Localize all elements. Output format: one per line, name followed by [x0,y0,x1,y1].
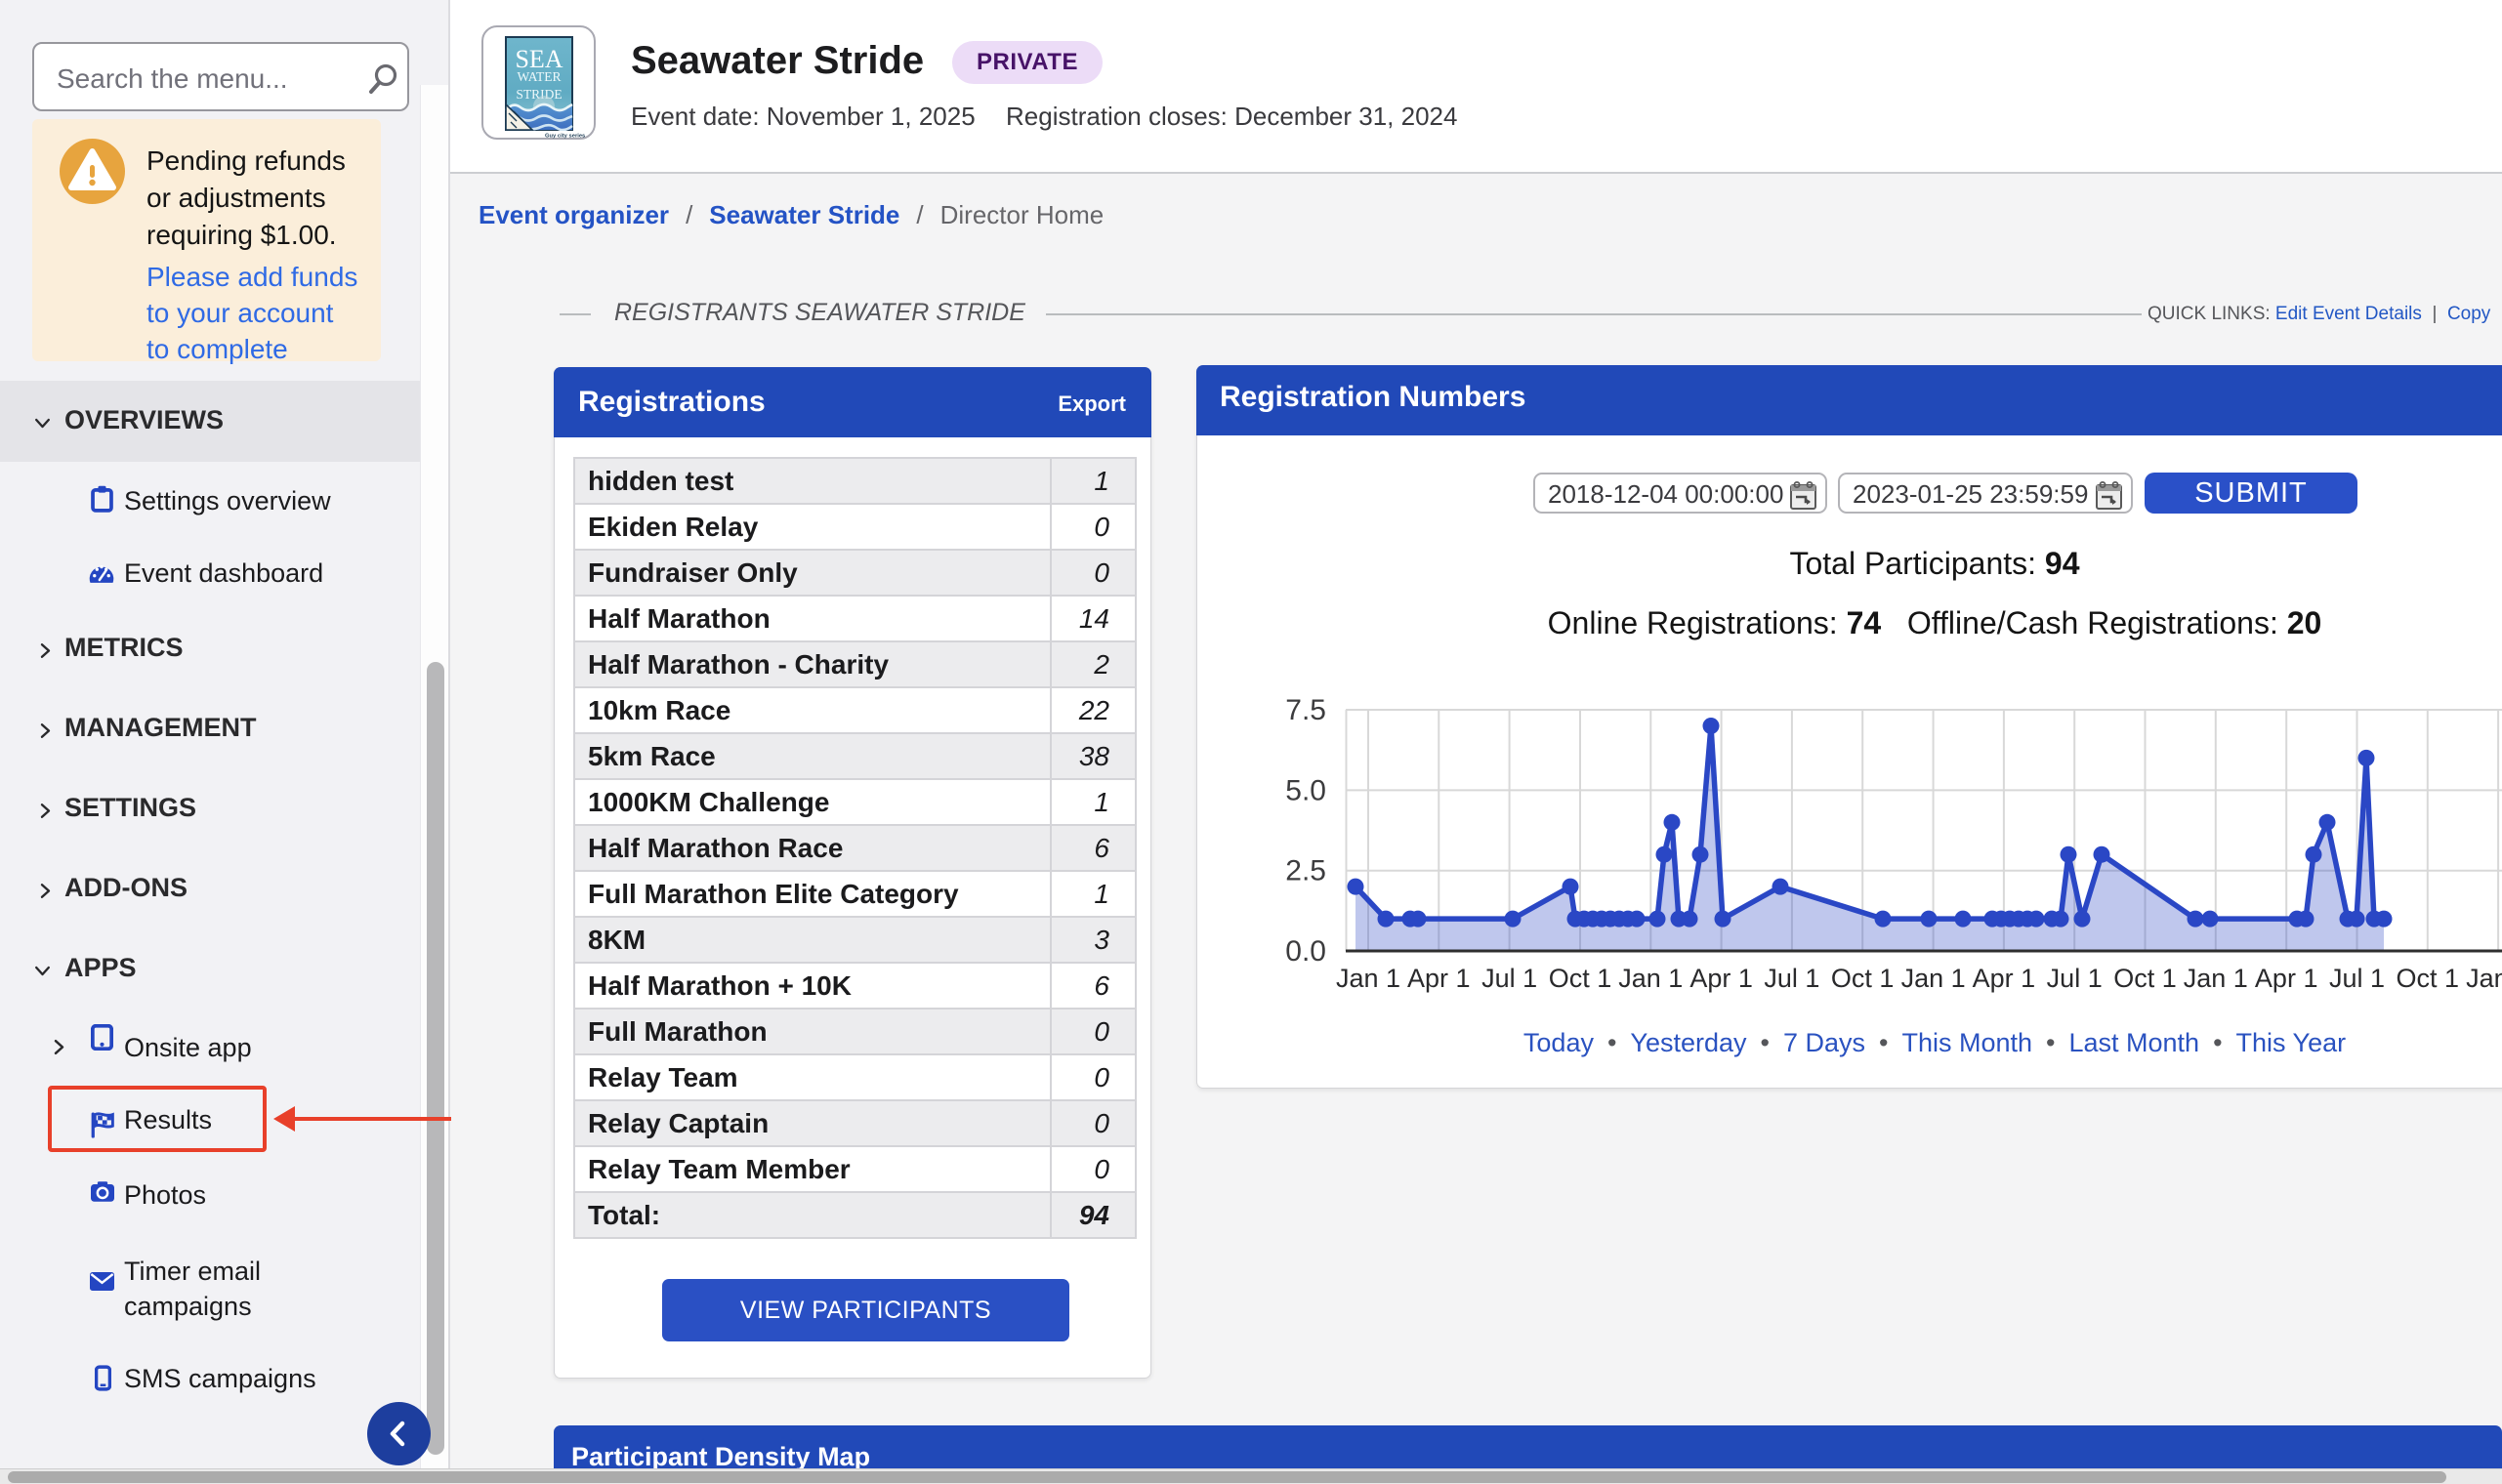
svg-text:Apr 1: Apr 1 [2255,964,2318,993]
svg-text:Jan 1: Jan 1 [1336,964,1400,993]
svg-text:Jul 1: Jul 1 [1764,964,1819,993]
svg-text:Oct 1: Oct 1 [1831,964,1895,993]
svg-text:7.5: 7.5 [1285,694,1326,726]
svg-text:5.0: 5.0 [1285,774,1326,806]
svg-text:0.0: 0.0 [1285,935,1326,968]
svg-text:Jul 1: Jul 1 [2047,964,2103,993]
svg-text:WATER: WATER [518,69,562,84]
svg-text:Apr 1: Apr 1 [1689,964,1753,993]
svg-text:2.5: 2.5 [1285,855,1326,887]
svg-text:Apr 1: Apr 1 [1407,964,1471,993]
svg-text:Jan 1: Jan 1 [1901,964,1966,993]
svg-text:Jan 1: Jan 1 [1618,964,1683,993]
svg-text:Jan 1: Jan 1 [2184,964,2248,993]
svg-text:Apr 1: Apr 1 [1973,964,2036,993]
svg-text:Oct 1: Oct 1 [2113,964,2177,993]
svg-text:Jul 1: Jul 1 [2329,964,2385,993]
svg-text:Oct 1: Oct 1 [2397,964,2460,993]
svg-text:Jan 1: Jan 1 [2466,964,2502,993]
svg-text:Oct 1: Oct 1 [1549,964,1612,993]
svg-text:Jul 1: Jul 1 [1481,964,1537,993]
